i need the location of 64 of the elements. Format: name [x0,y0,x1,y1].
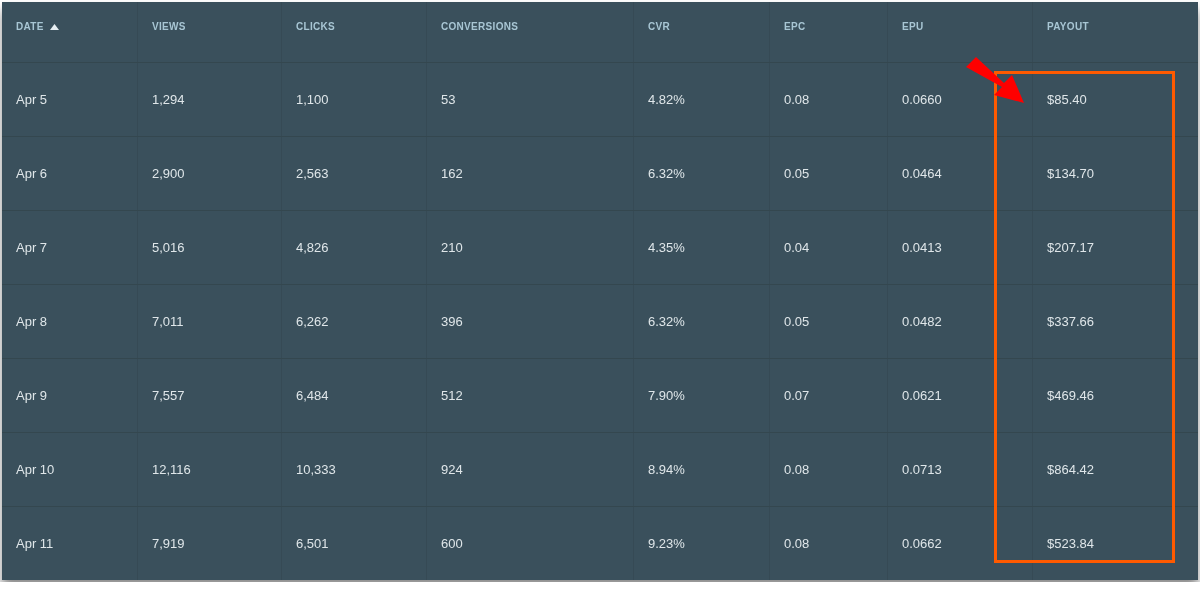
table-cell: 7,011 [152,314,184,329]
table-cell: 0.0413 [902,240,942,255]
table-cell: 1,100 [296,92,329,107]
column-header[interactable]: EPU [902,21,924,32]
table-cell: 0.07 [784,388,810,403]
table-cell: 6,262 [296,314,329,329]
table-cell: Apr 11 [16,536,54,551]
table-cell: 6,484 [296,388,329,403]
table-cell: $134.70 [1047,166,1094,181]
table-cell: 924 [441,462,463,477]
table-cell: 4,826 [296,240,329,255]
table-cell: 10,333 [296,462,336,477]
table-cell: 2,563 [296,166,329,181]
table-cell: 6.32% [648,314,685,329]
table-cell: 0.08 [784,462,810,477]
table-cell: Apr 6 [16,166,48,181]
table-cell: 7.90% [648,388,685,403]
table-cell: Apr 7 [16,240,48,255]
table-cell: 53 [441,92,456,107]
table-cell: 0.0464 [902,166,942,181]
column-header[interactable]: VIEWS [152,21,186,32]
table-cell: 0.0621 [902,388,942,403]
table-cell: 0.08 [784,92,810,107]
table-cell: 5,016 [152,240,185,255]
table-cell: Apr 8 [16,314,48,329]
table-cell: $864.42 [1047,462,1094,477]
table-cell: $85.40 [1047,92,1087,107]
table-cell: 0.0662 [902,536,942,551]
table-cell: 1,294 [152,92,185,107]
table-cell: 0.0482 [902,314,942,329]
table-cell: 396 [441,314,463,329]
table-cell: 0.0660 [902,92,942,107]
column-header[interactable]: CLICKS [296,21,336,32]
table-cell: 0.04 [784,240,810,255]
table-cell: $469.46 [1047,388,1094,403]
table-cell: 210 [441,240,463,255]
table-cell: Apr 10 [16,462,55,477]
table-cell: 2,900 [152,166,185,181]
table-cell: 0.0713 [902,462,942,477]
table-cell: 7,557 [152,388,185,403]
table-cell: 9.23% [648,536,685,551]
table-cell: 7,919 [152,536,185,551]
table-cell: 512 [441,388,463,403]
table-cell: 0.08 [784,536,810,551]
table-cell: 8.94% [648,462,685,477]
column-header[interactable]: CVR [648,21,670,32]
table-cell: 6.32% [648,166,685,181]
column-header[interactable]: CONVERSIONS [441,21,519,32]
table-cell: 600 [441,536,463,551]
table-cell: Apr 5 [16,92,48,107]
table-cell: $207.17 [1047,240,1094,255]
table-cell: $523.84 [1047,536,1094,551]
column-header[interactable]: EPC [784,21,806,32]
table-cell: $337.66 [1047,314,1094,329]
table-cell: 0.05 [784,166,810,181]
table-cell: Apr 9 [16,388,48,403]
table-cell: 6,501 [296,536,329,551]
table-cell: 4.35% [648,240,685,255]
column-header[interactable]: DATE [16,21,44,32]
table-cell: 0.05 [784,314,810,329]
column-header[interactable]: PAYOUT [1047,21,1089,32]
table-cell: 162 [441,166,463,181]
table-cell: 4.82% [648,92,685,107]
table-cell: 12,116 [152,462,191,477]
